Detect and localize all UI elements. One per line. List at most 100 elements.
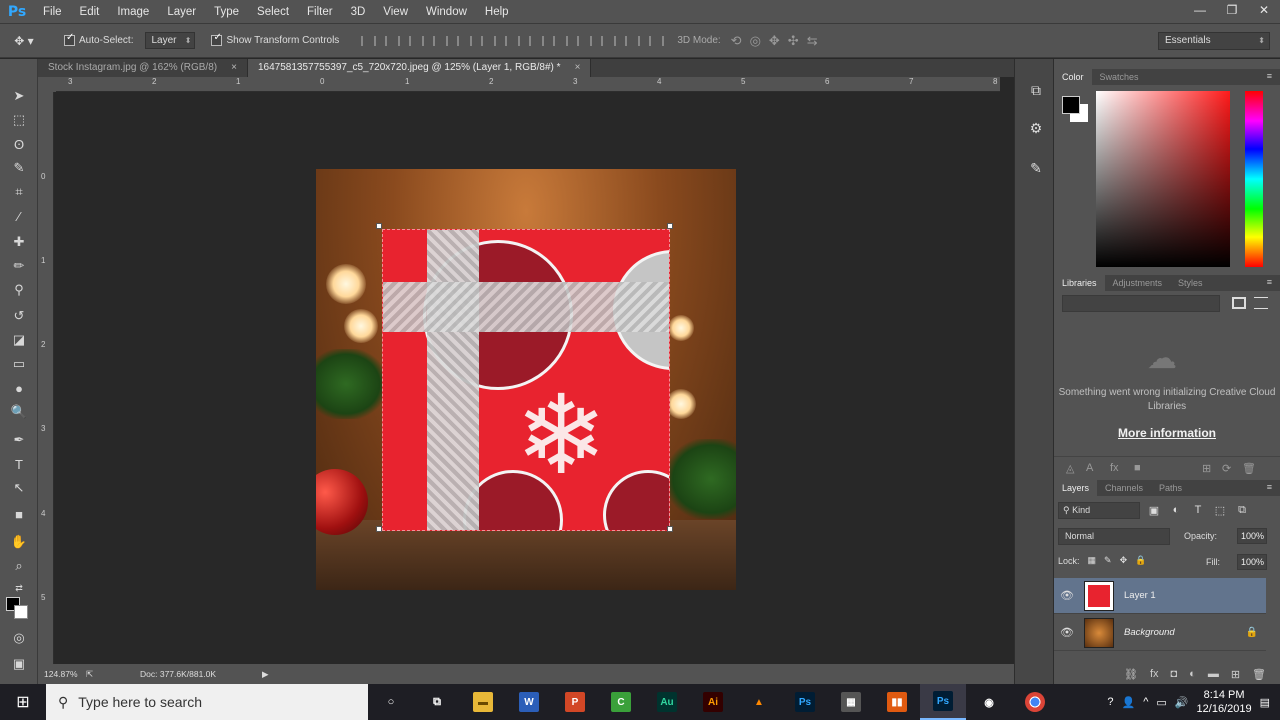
gradient-tool-icon[interactable]: ▭	[9, 355, 29, 373]
canvas-area[interactable]: ❄	[56, 92, 1000, 664]
eyedropper-tool-icon[interactable]: ⁄	[9, 207, 29, 225]
zoom-level[interactable]: 124.87%	[44, 669, 78, 679]
tab-close-icon[interactable]: ×	[231, 59, 237, 77]
horizontal-ruler[interactable]: 3 2 1 0 1 2 3 4 5 6 7 8	[56, 77, 1000, 92]
notifications-icon[interactable]: ▤	[1260, 696, 1270, 709]
document-canvas[interactable]: ❄	[316, 169, 736, 590]
layer-lock-icon[interactable]: 🔒	[1246, 627, 1258, 638]
tab-color[interactable]: Color	[1054, 69, 1092, 85]
align-left-icon[interactable]	[427, 32, 451, 50]
workspace-dropdown[interactable]: Essentials	[1158, 32, 1270, 50]
tab-paths[interactable]: Paths	[1151, 480, 1190, 496]
quick-select-tool-icon[interactable]: ✎	[9, 159, 29, 177]
dodge-tool-icon[interactable]: 🔍	[9, 403, 29, 421]
distribute-left-icon[interactable]	[571, 32, 595, 50]
align-right-icon[interactable]	[475, 32, 499, 50]
tab-layers[interactable]: Layers	[1054, 480, 1098, 496]
lasso-tool-icon[interactable]: ʘ	[9, 135, 29, 153]
windows-start-icon[interactable]: ⊞	[0, 684, 46, 720]
filter-smart-object-icon[interactable]: ⧉	[1234, 504, 1250, 517]
kind-filter-dropdown[interactable]: ⚲ Kind	[1058, 501, 1140, 519]
status-menu-arrow-icon[interactable]: ▶	[262, 669, 269, 680]
auto-select-checkbox[interactable]: Auto-Select:	[64, 32, 133, 46]
panel-menu-icon[interactable]: ≡	[1267, 71, 1272, 81]
obs-icon[interactable]: ◉	[966, 684, 1012, 720]
bandicam-icon[interactable]: ▮▮	[874, 684, 920, 720]
transform-handle[interactable]	[376, 526, 382, 532]
powerpoint-icon[interactable]: P	[552, 684, 598, 720]
move-tool-icon[interactable]: ➤	[9, 87, 29, 105]
hand-tool-icon[interactable]: ✋	[9, 533, 29, 551]
move-tool-preset-icon[interactable]: ✥ ▾	[0, 34, 48, 48]
align-bottom-icon[interactable]	[403, 32, 427, 50]
align-top-icon[interactable]	[355, 32, 379, 50]
minimize-button[interactable]: —	[1184, 0, 1216, 20]
panel-menu-icon[interactable]: ≡	[1267, 482, 1272, 492]
tray-expand-icon[interactable]: ^	[1143, 696, 1148, 708]
menu-select[interactable]: Select	[248, 0, 298, 24]
file-explorer-icon[interactable]: ▬	[460, 684, 506, 720]
history-panel-icon[interactable]: ⧉	[1025, 79, 1047, 101]
blend-mode-dropdown[interactable]: Normal	[1058, 528, 1170, 545]
visibility-eye-icon[interactable]: 👁	[1054, 589, 1080, 602]
tab-stock-instagram[interactable]: Stock Instagram.jpg @ 162% (RGB/8) ×	[38, 59, 248, 77]
library-sync-icon[interactable]: ⟳	[1222, 462, 1231, 475]
transform-handle[interactable]	[667, 526, 673, 532]
tab-swatches[interactable]: Swatches	[1092, 69, 1147, 85]
lock-transparent-icon[interactable]: ▦	[1088, 555, 1097, 566]
cortana-icon[interactable]: ○	[368, 684, 414, 720]
pen-tool-icon[interactable]: ✒	[9, 431, 29, 449]
opacity-input[interactable]: 100%	[1237, 528, 1267, 544]
blur-tool-icon[interactable]: ●	[9, 379, 29, 397]
more-information-link[interactable]: More information	[1054, 426, 1280, 440]
vertical-ruler[interactable]: 0 1 2 3 4 5	[38, 92, 54, 664]
brush-presets-icon[interactable]: ✎	[1025, 157, 1047, 179]
filter-type-icon[interactable]: T	[1190, 504, 1206, 516]
transform-handle[interactable]	[667, 223, 673, 229]
gift-box-layer[interactable]: ❄	[382, 229, 670, 531]
background-color-swatch[interactable]	[14, 605, 28, 619]
export-icon[interactable]: ⇱	[86, 669, 93, 680]
chrome-icon[interactable]	[1012, 684, 1058, 720]
layer-style-icon[interactable]: fx	[1150, 668, 1159, 680]
rectangle-tool-icon[interactable]: ■	[9, 505, 29, 523]
word-icon[interactable]: W	[506, 684, 552, 720]
user-icon[interactable]: 👤	[1122, 696, 1136, 709]
properties-panel-icon[interactable]: ⚙	[1025, 117, 1047, 139]
lock-all-icon[interactable]: 🔒	[1135, 555, 1146, 566]
history-brush-tool-icon[interactable]: ↺	[9, 307, 29, 325]
media-app-icon[interactable]: ▦	[828, 684, 874, 720]
taskbar-clock[interactable]: 8:14 PM 12/16/2019	[1197, 688, 1252, 716]
volume-icon[interactable]: 🔊	[1175, 696, 1189, 709]
menu-type[interactable]: Type	[205, 0, 248, 24]
library-dropdown[interactable]	[1062, 295, 1220, 312]
illustrator-icon[interactable]: Ai	[690, 684, 736, 720]
distribute-right-icon[interactable]	[619, 32, 643, 50]
add-color-icon[interactable]: ■	[1134, 462, 1141, 474]
color-picker-field[interactable]	[1096, 91, 1230, 267]
filter-pixel-icon[interactable]: ▣	[1146, 504, 1162, 517]
lock-position-icon[interactable]: ✥	[1120, 555, 1128, 566]
path-selection-tool-icon[interactable]: ↖	[9, 479, 29, 497]
layer-row-background[interactable]: 👁 Background 🔒	[1054, 615, 1266, 651]
menu-layer[interactable]: Layer	[158, 0, 205, 24]
distribute-bottom-icon[interactable]	[547, 32, 571, 50]
type-tool-icon[interactable]: T	[9, 455, 29, 473]
photoshop-taskbar-icon[interactable]: Ps	[782, 684, 828, 720]
hue-slider[interactable]	[1245, 91, 1263, 267]
photoshop-active-icon[interactable]: Ps	[920, 684, 966, 720]
align-vcenter-icon[interactable]	[379, 32, 403, 50]
distribute-top-icon[interactable]	[499, 32, 523, 50]
lock-pixels-icon[interactable]: ✎	[1104, 555, 1112, 566]
fill-input[interactable]: 100%	[1237, 554, 1267, 570]
add-graphic-icon[interactable]: ◬	[1066, 462, 1074, 475]
menu-edit[interactable]: Edit	[71, 0, 109, 24]
new-layer-icon[interactable]: ⊞	[1231, 668, 1240, 681]
crop-tool-icon[interactable]: ⌗	[9, 183, 29, 201]
distribute-hcenter-icon[interactable]	[595, 32, 619, 50]
auto-select-target-dropdown[interactable]: Layer	[145, 32, 196, 49]
add-text-icon[interactable]: A	[1086, 462, 1093, 474]
align-hcenter-icon[interactable]	[451, 32, 475, 50]
taskbar-search[interactable]: ⚲ Type here to search	[46, 684, 368, 720]
visibility-eye-icon[interactable]: 👁	[1054, 626, 1080, 639]
